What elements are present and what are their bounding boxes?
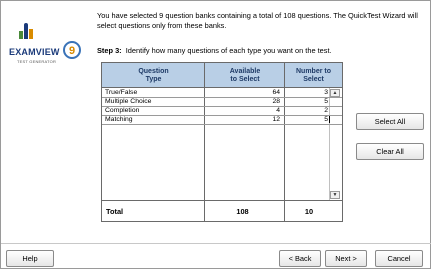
- scroll-up-arrow-icon[interactable]: ▲: [330, 89, 340, 97]
- row-number-input[interactable]: 5: [286, 116, 328, 124]
- footer-divider: [1, 243, 431, 244]
- row-number-input[interactable]: 3: [286, 89, 328, 97]
- scroll-down-arrow-icon[interactable]: ▼: [330, 191, 340, 199]
- total-label: Total: [106, 207, 124, 216]
- row-divider: [102, 124, 342, 125]
- column-divider: [204, 63, 205, 221]
- total-number: 10: [304, 207, 314, 216]
- svg-text:9: 9: [69, 45, 75, 57]
- table-row: True/False 64 3: [102, 89, 342, 97]
- table-row: Completion 4 2: [102, 107, 342, 115]
- row-available: 4: [276, 107, 280, 114]
- select-all-button[interactable]: Select All: [356, 113, 424, 130]
- question-type-table: Question Type Available to Select Number…: [101, 62, 343, 222]
- row-type: True/False: [105, 89, 138, 96]
- back-button[interactable]: < Back: [279, 250, 321, 267]
- row-number-input[interactable]: 5: [286, 98, 328, 106]
- total-row: Total 108 10: [102, 200, 342, 221]
- column-divider: [284, 63, 285, 221]
- logo-version-badge-icon: 9: [63, 41, 81, 59]
- total-available: 108: [236, 207, 249, 216]
- step-label: Step 3:: [97, 46, 122, 55]
- logo-wordmark: EXAMVIEW: [9, 47, 60, 57]
- number-column-scrollbar[interactable]: ▲ ▼: [330, 89, 340, 199]
- row-available: 28: [272, 98, 280, 105]
- row-type: Completion: [105, 107, 140, 114]
- row-available: 12: [272, 116, 280, 123]
- table-header: Question Type Available to Select Number…: [102, 63, 342, 88]
- header-available: Available to Select: [229, 67, 261, 83]
- clear-all-button[interactable]: Clear All: [356, 143, 424, 160]
- quicktest-wizard-window: EXAMVIEW TEST GENERATOR 9 You have selec…: [0, 0, 431, 269]
- examview-logo: EXAMVIEW TEST GENERATOR 9: [5, 23, 85, 83]
- row-available: 64: [272, 89, 280, 96]
- row-number-input[interactable]: 2: [286, 107, 328, 115]
- next-button[interactable]: Next >: [325, 250, 367, 267]
- table-row: Multiple Choice 28 5: [102, 98, 342, 106]
- step-text: Identify how many questions of each type…: [125, 46, 332, 55]
- header-question-type: Question Type: [138, 67, 169, 83]
- logo-emblem-icon: [19, 23, 33, 39]
- table-row: Matching 12 5: [102, 116, 342, 124]
- cancel-button[interactable]: Cancel: [375, 250, 423, 267]
- intro-text: You have selected 9 question banks conta…: [97, 11, 418, 30]
- help-button[interactable]: Help: [6, 250, 54, 267]
- header-number-to-select: Number to Select: [296, 67, 331, 83]
- row-type: Multiple Choice: [105, 98, 152, 105]
- logo-subtitle: TEST GENERATOR: [17, 59, 57, 64]
- row-type: Matching: [105, 116, 133, 123]
- step-instruction: Step 3: Identify how many questions of e…: [97, 46, 427, 55]
